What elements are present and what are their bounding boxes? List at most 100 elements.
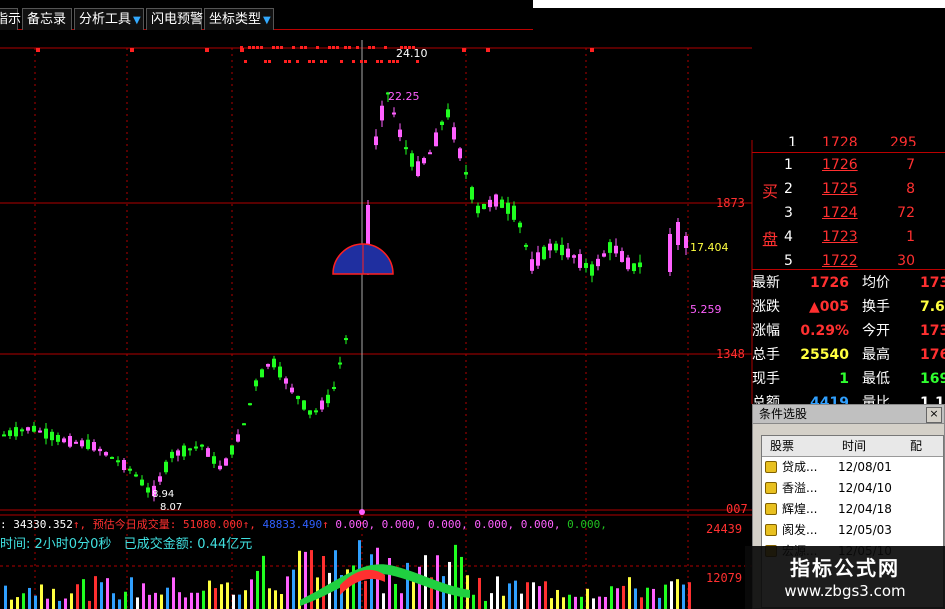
candlestick — [308, 410, 312, 415]
volume-bar — [40, 584, 43, 609]
buy-level-volume: 7 — [906, 157, 915, 173]
signal-dot — [296, 60, 299, 63]
candlestick — [398, 129, 402, 138]
candlestick — [338, 362, 342, 365]
volume-bar — [568, 594, 571, 609]
right-indicator-label: 17.404 — [690, 241, 729, 254]
candlestick — [92, 442, 96, 451]
candlestick — [512, 205, 516, 220]
volume-bar — [454, 544, 457, 609]
condition-list-item[interactable]: 辉煌... 12/04/18 — [762, 499, 943, 520]
volume-bar — [526, 582, 529, 609]
candlestick — [428, 152, 432, 155]
candlestick — [392, 112, 396, 115]
volume-bar — [64, 598, 67, 609]
candlestick — [314, 410, 318, 413]
candlestick — [500, 199, 504, 208]
signal-dot — [356, 46, 359, 49]
volume-bar — [280, 593, 283, 609]
buy-level-row[interactable]: 4 1723 1 — [752, 226, 945, 248]
candlestick — [494, 194, 498, 207]
signal-dot — [368, 46, 371, 49]
signal-dot — [396, 60, 399, 63]
candlestick — [248, 403, 252, 406]
signal-dot — [380, 60, 383, 63]
volume-bar — [244, 590, 247, 609]
stock-file-icon — [765, 482, 777, 494]
signal-dot — [416, 60, 419, 63]
buy-level-volume: 72 — [897, 205, 915, 221]
column-header-stock[interactable]: 股票 — [770, 436, 794, 456]
signal-dot — [486, 48, 490, 52]
signal-dot — [590, 48, 594, 52]
volume-bar — [112, 593, 115, 609]
right-indicator-label-2: 5.259 — [690, 303, 722, 316]
candlestick — [320, 400, 324, 410]
stock-time: 12/05/03 — [838, 523, 892, 537]
buy-level-price: 1726 — [822, 157, 858, 173]
signal-dot — [332, 46, 335, 49]
buy-level-row[interactable]: 2 1725 8 — [752, 178, 945, 200]
volume-bar — [226, 582, 229, 609]
candlestick — [128, 468, 132, 471]
volume-bar — [460, 556, 463, 609]
volume-bar — [292, 569, 295, 609]
buy-level-row[interactable]: 1 1726 7 — [752, 154, 945, 176]
signal-dot — [462, 48, 466, 52]
volume-bar — [94, 576, 97, 609]
condition-list-item[interactable]: 阂发... 12/05/03 — [762, 520, 943, 541]
volume-bar — [580, 596, 583, 609]
candlestick — [404, 147, 408, 150]
candlestick — [230, 445, 234, 455]
volume-bar — [478, 577, 481, 609]
candlestick — [86, 439, 90, 449]
candlestick — [440, 121, 444, 125]
candlestick — [590, 264, 594, 276]
volume-bar — [520, 593, 523, 609]
volume-bar — [364, 580, 367, 609]
candlestick — [272, 358, 276, 368]
volume-bar — [496, 576, 499, 609]
volume-bar — [658, 597, 661, 609]
column-header-time[interactable]: 时间 — [842, 436, 866, 456]
axis-label: 007 — [726, 502, 748, 516]
candlestick — [188, 448, 192, 451]
crosshair-marker — [359, 509, 365, 515]
volume-bar — [616, 588, 619, 609]
stat-value: 0.29% — [800, 323, 849, 339]
buy-level-number: 4 — [784, 229, 793, 245]
close-icon[interactable]: × — [926, 407, 942, 423]
volume-bar — [682, 584, 685, 609]
volume-bar — [604, 596, 607, 609]
condition-list-item[interactable]: 香溢... 12/04/10 — [762, 478, 943, 499]
volume-bar — [16, 597, 19, 609]
candlestick — [212, 456, 216, 464]
column-header-match[interactable]: 配 — [910, 436, 922, 456]
buy-level-row[interactable]: 3 1724 72 — [752, 202, 945, 224]
buy-label-bottom: 盘 — [762, 230, 779, 249]
candlestick — [380, 105, 384, 121]
volume-bar — [148, 594, 151, 609]
candlestick — [476, 205, 480, 214]
volume-bar — [394, 583, 397, 609]
stock-name: 贷成... — [782, 460, 818, 474]
volume-bar — [22, 593, 25, 609]
stat-value: 173 — [920, 275, 945, 291]
candlestick — [548, 243, 552, 251]
volume-bar — [172, 577, 175, 609]
volume-bar — [370, 554, 373, 609]
buy-level-volume: 8 — [906, 181, 915, 197]
volume-bar — [556, 589, 559, 609]
elapsed-time-line: 时间: 2小时0分0秒 已成交金额: 0.44亿元 — [0, 537, 253, 552]
candlestick — [8, 430, 12, 436]
signal-dot — [264, 60, 267, 63]
candlestick — [536, 252, 540, 266]
signal-dot — [252, 46, 255, 49]
condition-list-item[interactable]: 贷成... 12/08/01 — [762, 457, 943, 478]
high-price-label: 24.10 — [396, 47, 428, 60]
stock-file-icon — [765, 503, 777, 515]
candlestick — [56, 434, 60, 442]
candlestick — [236, 434, 240, 442]
candlestick — [422, 158, 426, 164]
candlestick — [74, 441, 78, 444]
